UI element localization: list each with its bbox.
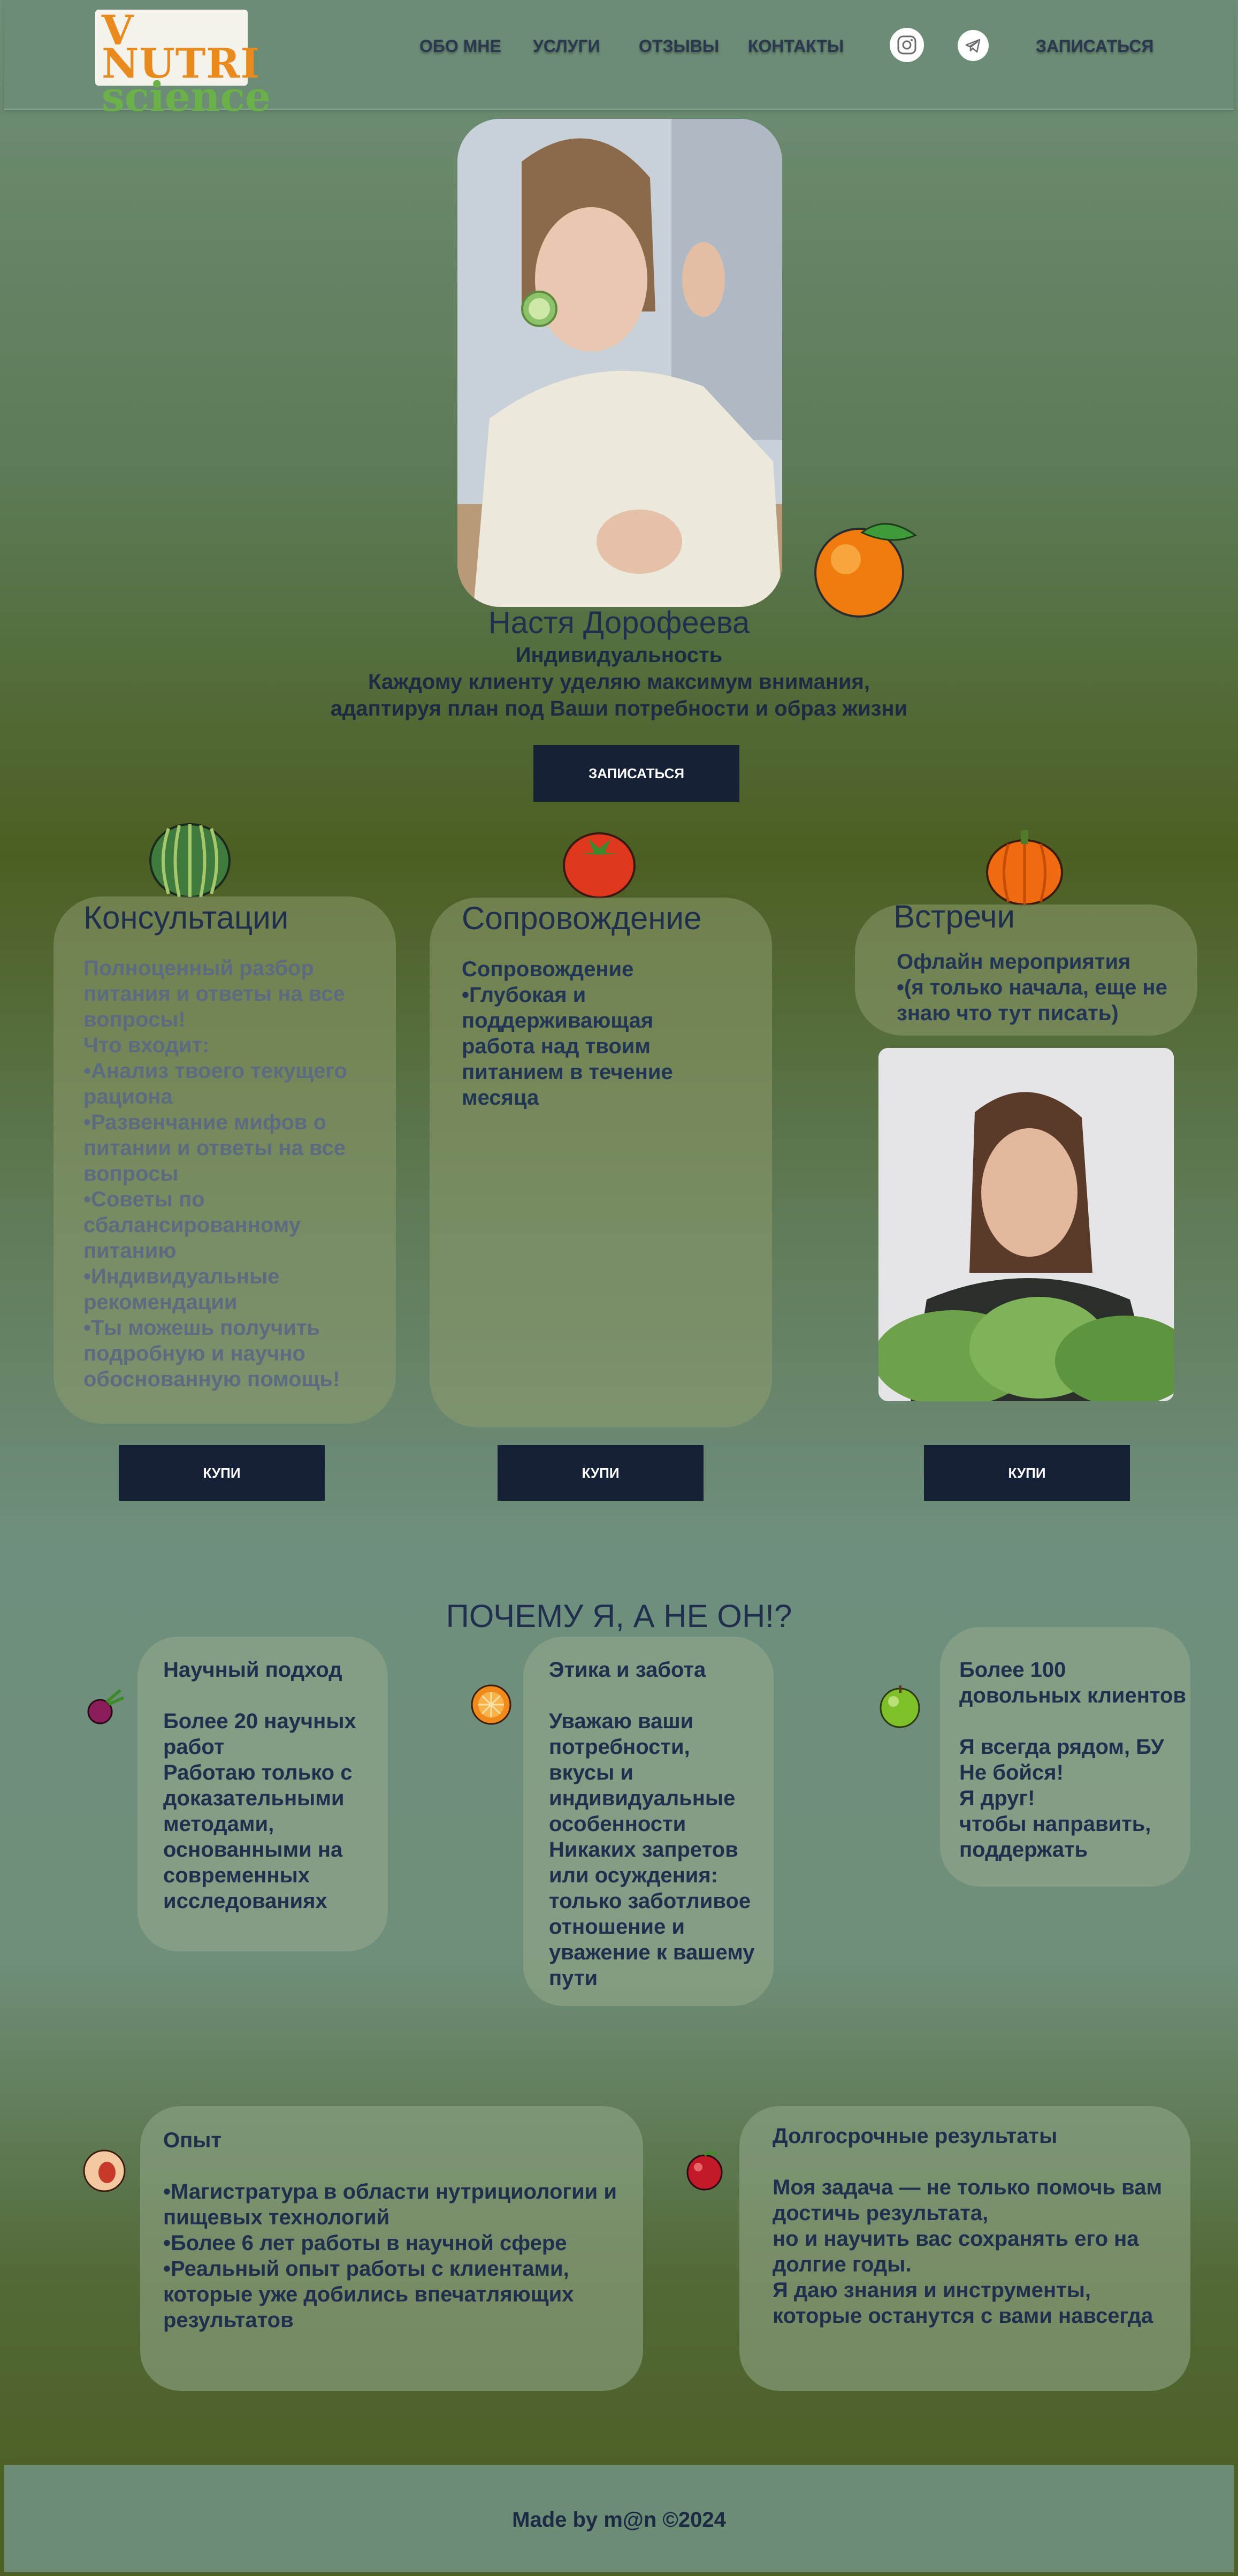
why-card-text: Уважаю ваши потребности, вкусы и индивид… <box>549 1709 755 1990</box>
service-card-consultations: Консультации Полноценный разбор питания … <box>54 896 396 1424</box>
service-body: Сопровождение •Глубокая и поддерживающая… <box>462 958 673 1110</box>
service-body: Офлайн мероприятия •(я только начала, ещ… <box>897 950 1167 1025</box>
why-card-long-term: Долгосрочные результаты Моя задача — не … <box>739 2106 1190 2391</box>
apple-icon <box>880 1685 920 1728</box>
orange-slice-icon <box>471 1684 511 1725</box>
why-card-science: Научный подход Более 20 научных работ Ра… <box>137 1637 388 1951</box>
red-apple-icon <box>686 2151 723 2191</box>
service-card-support: Сопровождение Сопровождение •Глубокая и … <box>430 898 772 1427</box>
buy-consultation-button[interactable]: КУПИ <box>119 1445 325 1501</box>
why-card-text: •Магистратура в области нутрициологии и … <box>163 2180 617 2332</box>
beet-icon <box>87 1689 125 1724</box>
why-card-text: Я всегда рядом, БУ Не бойся! Я друг! что… <box>959 1735 1164 1861</box>
service-title: Консультации <box>83 900 289 936</box>
service-body: Что входит: •Анализ твоего текущего раци… <box>83 1034 347 1391</box>
nav-reviews[interactable]: ОТЗЫВЫ <box>639 36 719 56</box>
hero-description-line-1: Каждому клиенту уделяю максимум внимания… <box>368 670 870 694</box>
why-card-heading: Долгосрочные результаты <box>773 2124 1058 2148</box>
nav-services[interactable]: УСЛУГИ <box>533 36 600 56</box>
service-intro: Полноценный разбор питания и ответы на в… <box>83 956 345 1031</box>
service-card-meetings: Встречи Офлайн мероприятия •(я только на… <box>855 899 1197 1036</box>
instagram-icon[interactable] <box>890 28 924 62</box>
why-card-text: Более 20 научных работ Работаю только с … <box>163 1709 356 1913</box>
hero-subtitle: Индивидуальность <box>515 643 723 667</box>
pumpkin-icon <box>986 830 1063 906</box>
why-card-heading: Научный подход <box>163 1658 342 1682</box>
why-card-text: Моя задача — не только помочь вам достич… <box>773 2176 1163 2328</box>
logo-line-1: V NUTRI <box>102 6 261 87</box>
hero-portrait-photo <box>457 119 782 607</box>
why-card-heading: Опыт <box>163 2129 222 2152</box>
why-card-heading: Более 100 довольных клиентов <box>959 1658 1187 1707</box>
footer-credit: Made by m@n ©2024 <box>512 2508 726 2532</box>
hero-name: Настя Дорофеева <box>488 605 750 640</box>
buy-meetings-button[interactable]: КУПИ <box>924 1445 1130 1501</box>
telegram-icon[interactable] <box>958 30 989 61</box>
watermelon-icon <box>149 823 231 898</box>
peach-icon <box>83 2149 126 2192</box>
hero-signup-button[interactable]: ЗАПИСАТЬСЯ <box>533 745 739 802</box>
header-signup-link[interactable]: ЗАПИСАТЬСЯ <box>1036 36 1153 56</box>
logo-line-2: science <box>102 73 271 120</box>
logo[interactable]: V NUTRI science <box>95 6 271 117</box>
why-card-experience: Опыт •Магистратура в области нутрициолог… <box>140 2106 643 2391</box>
nav-contacts[interactable]: КОНТАКТЫ <box>748 36 844 56</box>
tomato-icon <box>563 832 636 899</box>
why-card-heading: Этика и забота <box>549 1658 706 1682</box>
nav-about[interactable]: ОБО МНЕ <box>419 36 501 56</box>
buy-support-button[interactable]: КУПИ <box>498 1445 704 1501</box>
hero-description-line-2: адаптируя план под Ваши потребности и об… <box>330 697 908 720</box>
service-title: Сопровождение <box>462 900 702 936</box>
site-header: V NUTRI science ОБО МНЕ УСЛУГИ ОТЗЫВЫ КО… <box>4 0 1234 117</box>
service-title: Встречи <box>893 899 1015 934</box>
site-footer: Made by m@n ©2024 <box>4 2465 1234 2572</box>
why-card-clients: Более 100 довольных клиентов Я всегда ря… <box>940 1627 1190 1887</box>
meetings-photo <box>878 1048 1174 1401</box>
why-card-ethics: Этика и забота Уважаю ваши потребности, … <box>523 1637 774 2006</box>
